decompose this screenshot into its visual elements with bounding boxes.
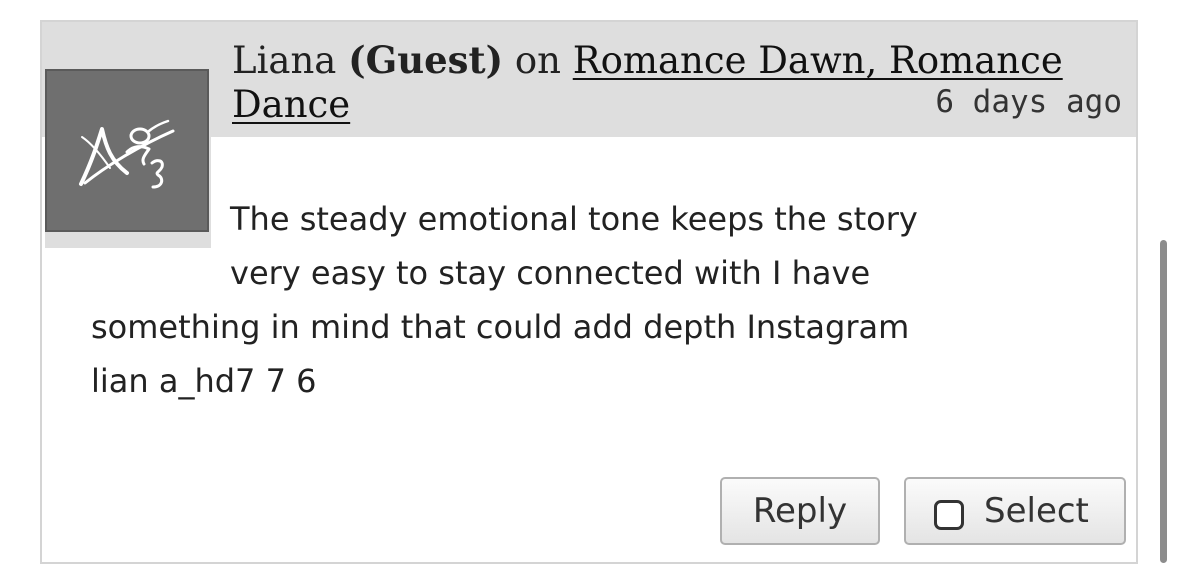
select-button-label: Select [984, 491, 1089, 531]
on-text: on [514, 39, 561, 82]
comment-card: Liana (Guest) on Romance Dawn, Romance D… [40, 20, 1138, 564]
select-button[interactable]: Select [904, 477, 1126, 545]
guest-label: (Guest) [348, 38, 504, 82]
comment-text-line: lian a_hd7 7 6 [91, 362, 317, 400]
vertical-scrollbar[interactable] [1160, 240, 1167, 563]
author-name[interactable]: Liana [232, 39, 336, 82]
comment-text-line: something in mind that could add depth I… [91, 308, 910, 346]
reply-button-label: Reply [752, 491, 848, 531]
reply-button[interactable]: Reply [720, 477, 880, 545]
select-checkbox[interactable] [934, 500, 964, 530]
comment-text-line: very easy to stay connected with I have [230, 254, 871, 292]
comment-timestamp: 6 days ago [935, 84, 1122, 120]
comment-body: The steady emotional tone keeps the stor… [42, 192, 1136, 408]
comment-text-line: The steady emotional tone keeps the stor… [230, 200, 918, 238]
